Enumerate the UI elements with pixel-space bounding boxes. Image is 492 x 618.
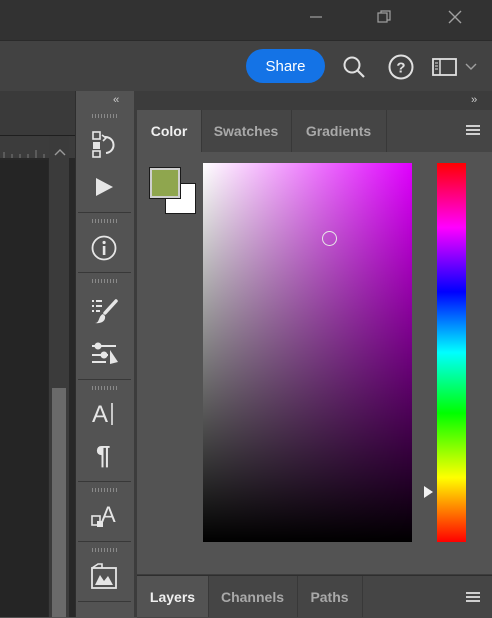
character-icon: A: [92, 401, 113, 428]
actions-play-button[interactable]: [82, 170, 126, 204]
libraries-icon: [91, 563, 117, 589]
collapse-dock-button[interactable]: ‹‹: [113, 94, 119, 106]
restore-icon: [377, 10, 391, 23]
color-panel-menu-button[interactable]: [466, 125, 480, 135]
scrollbar-thumb[interactable]: [52, 388, 66, 617]
adjustments-button[interactable]: [82, 336, 126, 370]
help-button[interactable]: ?: [387, 53, 415, 81]
minimize-icon: [310, 16, 322, 18]
glyphs-icon: A: [91, 502, 116, 527]
history-button[interactable]: [82, 127, 126, 161]
tab-color[interactable]: Color: [137, 110, 202, 152]
menu-icon: [466, 125, 480, 135]
layers-panel-menu-button[interactable]: [466, 592, 480, 602]
menu-icon: [466, 592, 480, 602]
search-button[interactable]: [341, 54, 367, 80]
minimize-button[interactable]: [296, 0, 336, 34]
document-canvas[interactable]: [0, 160, 48, 617]
tab-swatches[interactable]: Swatches: [201, 110, 292, 152]
workspace-button[interactable]: [432, 56, 478, 78]
hue-slider[interactable]: [437, 163, 466, 542]
hue-slider-handle[interactable]: [424, 486, 433, 498]
svg-text:?: ?: [396, 60, 405, 77]
ruler-ticks: [3, 150, 45, 158]
tab-channels[interactable]: Channels: [208, 576, 298, 617]
tab-layers[interactable]: Layers: [137, 576, 209, 617]
color-picker-ring[interactable]: [322, 231, 337, 246]
close-icon: [448, 10, 462, 24]
info-icon: [91, 235, 117, 261]
brush-settings-icon: [92, 299, 118, 324]
play-actions-icon: [96, 178, 113, 196]
adjustments-icon: [92, 342, 118, 364]
character-button[interactable]: A: [82, 396, 126, 430]
svg-text:A: A: [92, 401, 108, 428]
workspace-layout-icon: [432, 58, 457, 76]
brush-settings-button[interactable]: [82, 294, 126, 328]
close-button[interactable]: [435, 0, 475, 34]
restore-button[interactable]: [364, 0, 404, 34]
glyphs-button[interactable]: A: [82, 499, 126, 533]
chevron-down-icon: [465, 63, 477, 70]
paragraph-button[interactable]: ¶: [82, 437, 126, 471]
collapse-panel-button[interactable]: ››: [471, 94, 477, 106]
history-icon: [92, 131, 115, 158]
libraries-button[interactable]: [82, 559, 126, 593]
paragraph-icon: ¶: [96, 440, 110, 469]
saturation-brightness-field[interactable]: [203, 163, 412, 542]
title-bar: [0, 0, 492, 40]
help-icon: ?: [388, 54, 414, 80]
svg-text:A: A: [101, 502, 116, 527]
tab-gradients[interactable]: Gradients: [291, 110, 387, 152]
info-button[interactable]: [82, 231, 126, 265]
tab-paths[interactable]: Paths: [297, 576, 363, 617]
scroll-up-icon[interactable]: [51, 144, 71, 160]
svg-text:¶: ¶: [96, 440, 110, 469]
document-tab-strip: [0, 91, 75, 136]
foreground-color-fill: [152, 170, 178, 196]
share-button[interactable]: Share: [246, 49, 325, 83]
search-icon: [343, 56, 365, 78]
